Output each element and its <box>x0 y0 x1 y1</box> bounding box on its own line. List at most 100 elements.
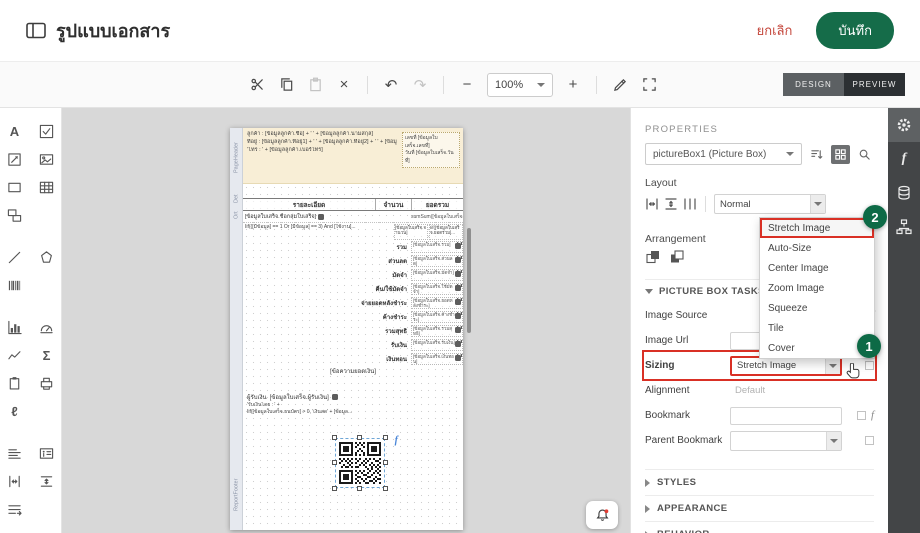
preview-tab[interactable]: PREVIEW <box>844 73 905 96</box>
paste-icon[interactable] <box>302 72 328 98</box>
page-header-band[interactable]: ลูกค้า : [ข้อมูลลูกค้า.ชื่อ] + ' ' + [ข้… <box>243 128 463 184</box>
control-selector[interactable]: pictureBox1 (Picture Box) <box>645 143 802 165</box>
align-vertical-tool-icon[interactable] <box>35 470 59 492</box>
selection-handle[interactable] <box>383 460 388 465</box>
fit-both-icon[interactable] <box>683 197 697 211</box>
cancel-button[interactable]: ยกเลิก <box>757 20 793 41</box>
signature-tool-icon[interactable]: ℓ <box>3 400 27 422</box>
report-expression[interactable]: ลูกค้า : [ข้อมูลลูกค้า.ชื่อ] + ' ' + [ข้… <box>247 131 397 139</box>
picture-tool-icon[interactable] <box>35 148 59 170</box>
report-expression[interactable]: ที่อยู่ : [ข้อมูลลูกค้า.ที่อยู่1] + ' ' … <box>247 139 397 147</box>
gauge-tool-icon[interactable] <box>35 316 59 338</box>
selection-handle[interactable] <box>383 486 388 491</box>
toc-tool-icon[interactable] <box>3 442 27 464</box>
tab-field-list[interactable] <box>888 176 920 210</box>
option-tile[interactable]: Tile <box>760 318 874 338</box>
summary-row[interactable]: รวม[ข้อมูลใบเสร็จ.รวม] <box>243 240 463 254</box>
info-card-tool-icon[interactable] <box>35 442 59 464</box>
redo-icon[interactable]: ↷ <box>407 72 433 98</box>
search-icon[interactable] <box>855 145 874 164</box>
export-tool-icon[interactable] <box>3 498 27 520</box>
condition-qty-cell[interactable]: [ข้อมูลใบเสร็จ.จำนวน] <box>394 224 428 240</box>
selection-handle[interactable] <box>383 435 388 440</box>
shape-rect-tool-icon[interactable] <box>3 176 27 198</box>
layout-mode-select[interactable]: Normal <box>714 194 826 214</box>
undo-icon[interactable]: ↶ <box>378 72 404 98</box>
summary-row[interactable]: รับเงิน[ข้อมูลใบเสร็จ.รับเงิน] <box>243 338 463 352</box>
sparkline-tool-icon[interactable] <box>3 344 27 366</box>
receipt-info-box[interactable]: เลขที่ [ข้อมูลใบเสร็จ.เลขที่] วันที่ [ข้… <box>402 132 460 168</box>
receiver-row[interactable]: ผู้รับเงิน [ข้อมูลใบเสร็จ.ผู้รับเงิน] <box>243 392 463 402</box>
save-button[interactable]: บันทึก <box>816 12 894 49</box>
option-auto-size[interactable]: Auto-Size <box>760 238 874 258</box>
summary-row[interactable]: ส่วนลด[ข้อมูลใบเสร็จ.ส่วนลด] <box>243 254 463 268</box>
summary-row[interactable]: จ่ายยอดหลังชำระ[ข้อมูลใบเสร็จ.ยอดหลังชำร… <box>243 296 463 310</box>
shape-tool-icon[interactable] <box>35 246 59 268</box>
detail-row[interactable]: [ข้อมูลใบเสร็จ.ชื่อกลุ่มใบเสร็จ] sumSum(… <box>243 211 463 223</box>
checkbox-tool-icon[interactable] <box>35 120 59 142</box>
tab-report-explorer[interactable] <box>888 210 920 244</box>
expression-badge-icon[interactable]: f <box>395 435 398 446</box>
fit-height-icon[interactable] <box>664 197 678 211</box>
delete-icon[interactable]: × <box>331 72 357 98</box>
fx-icon[interactable]: f <box>871 410 874 421</box>
report-page-content[interactable]: ลูกค้า : [ข้อมูลลูกค้า.ชื่อ] + ' ' + [ข้… <box>243 128 463 530</box>
category-view-icon[interactable] <box>831 145 850 164</box>
zoom-select[interactable]: 100% <box>487 73 553 97</box>
checkbox[interactable] <box>865 361 874 370</box>
selection-handle[interactable] <box>332 435 337 440</box>
report-page[interactable]: PageHeader Det Ort ReportFooter ลูกค้า :… <box>230 128 463 530</box>
band-page-header[interactable]: PageHeader <box>230 130 243 186</box>
selection-handle[interactable] <box>357 435 362 440</box>
line-tool-icon[interactable] <box>3 246 27 268</box>
section-styles[interactable]: STYLES <box>645 469 874 495</box>
option-stretch-image[interactable]: Stretch Image <box>760 218 874 238</box>
sort-icon[interactable] <box>807 145 826 164</box>
canvas-scrollbar[interactable] <box>467 228 471 333</box>
sum-tool-icon[interactable]: Σ <box>35 344 59 366</box>
band-report-footer[interactable]: ReportFooter <box>230 466 243 524</box>
richtext-tool-icon[interactable] <box>3 148 27 170</box>
parent-bookmark-select[interactable] <box>730 431 842 451</box>
selection-handle[interactable] <box>332 486 337 491</box>
copy-icon[interactable] <box>273 72 299 98</box>
design-canvas[interactable]: PageHeader Det Ort ReportFooter ลูกค้า :… <box>62 108 630 533</box>
summary-row[interactable]: ค้างชำระ[ข้อมูลใบเสร็จ.ค้างชำระ] <box>243 310 463 324</box>
send-to-back-icon[interactable] <box>669 249 685 269</box>
tab-properties[interactable] <box>888 108 920 142</box>
checkbox[interactable] <box>865 436 874 445</box>
payment-expression[interactable]: 'รับเงินโดย : ' + Iif([ข้อมูลใบเสร็จ.ธนบ… <box>243 402 463 416</box>
printer-tool-icon[interactable] <box>35 372 59 394</box>
align-horizontal-tool-icon[interactable] <box>3 470 27 492</box>
clipboard-tool-icon[interactable] <box>3 372 27 394</box>
bookmark-input[interactable] <box>730 407 842 425</box>
barcode-tool-icon[interactable] <box>3 274 27 296</box>
section-appearance[interactable]: APPEARANCE <box>645 495 874 521</box>
condition-row[interactable]: Iif(([มีข้อมูล] == 1 Or [มีข้อมูล] == 3)… <box>243 223 463 240</box>
band-group[interactable]: Ort <box>230 208 243 222</box>
chart-tool-icon[interactable] <box>3 316 27 338</box>
zoom-out-icon[interactable]: − <box>454 72 480 98</box>
bring-to-front-icon[interactable] <box>645 249 661 269</box>
option-center-image[interactable]: Center Image <box>760 258 874 278</box>
zoom-in-icon[interactable]: + <box>560 72 586 98</box>
amount-text-cell[interactable]: [ข้อความยอดเงิน] <box>243 366 463 378</box>
selection-handle[interactable] <box>357 486 362 491</box>
summary-row[interactable]: คืน/ใช้มัดจำ[ข้อมูลใบเสร็จ.ใช้มัดจำ] <box>243 282 463 296</box>
validate-icon[interactable] <box>607 72 633 98</box>
subreport-tool-icon[interactable] <box>3 204 27 226</box>
design-tab[interactable]: DESIGN <box>783 73 844 96</box>
band-detail[interactable]: Det <box>230 192 243 206</box>
option-zoom-image[interactable]: Zoom Image <box>760 278 874 298</box>
text-tool-icon[interactable]: A <box>3 120 27 142</box>
option-squeeze[interactable]: Squeeze <box>760 298 874 318</box>
table-header-row[interactable]: รายละเอียด จำนวน ยอดรวม <box>243 198 463 211</box>
tab-expressions[interactable]: f <box>888 142 920 176</box>
qr-picture-box[interactable]: f <box>335 438 385 488</box>
report-expression[interactable]: 'โทร : ' + [ข้อมูลลูกค้า.เบอร์โทร] <box>247 147 397 155</box>
summary-row[interactable]: รวมสุทธิ[ข้อมูลใบเสร็จ.รวมสุทธิ] <box>243 324 463 338</box>
cut-icon[interactable] <box>244 72 270 98</box>
fullscreen-icon[interactable] <box>636 72 662 98</box>
condition-value-cell[interactable]: Iif([ข้อมูลใบเสร็จ.ยอดรวม]... <box>429 224 463 240</box>
fit-width-icon[interactable] <box>645 197 659 211</box>
